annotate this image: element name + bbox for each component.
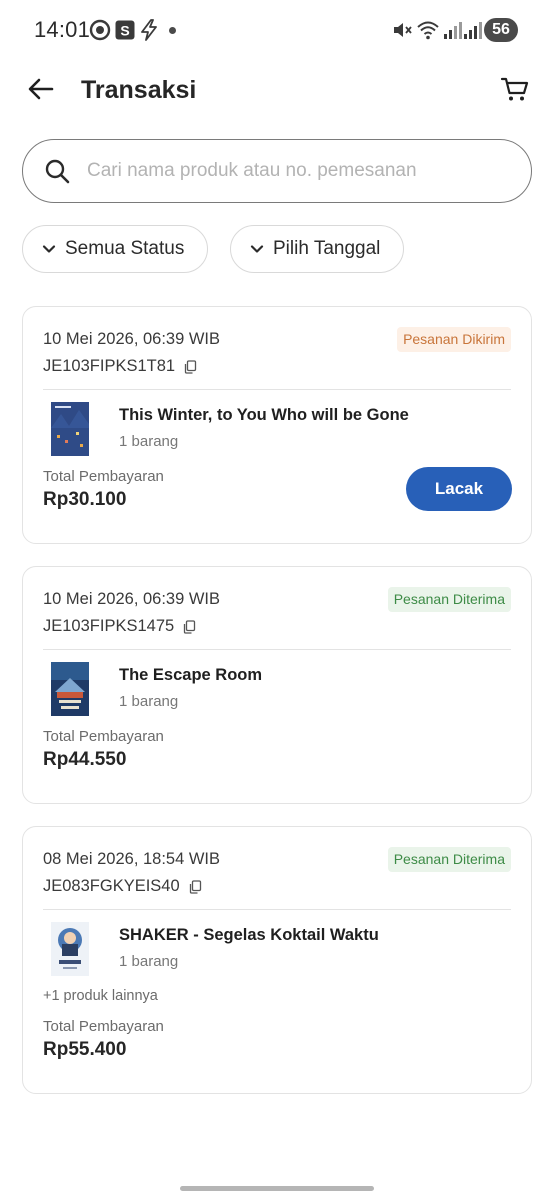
product-thumbnail (51, 402, 89, 456)
chevron-down-icon (250, 245, 264, 253)
search-bar[interactable] (22, 139, 532, 203)
svg-text:S: S (120, 23, 129, 39)
transaction-card[interactable]: 10 Mei 2026, 06:39 WIB Pesanan Dikirim J… (22, 306, 532, 544)
status-bar: 14:01 S 56 (0, 0, 554, 60)
product-name: SHAKER - Segelas Koktail Waktu (119, 926, 379, 944)
mute-icon (394, 23, 412, 37)
order-date: 10 Mei 2026, 06:39 WIB (43, 330, 221, 348)
filter-date-dropdown[interactable]: Pilih Tanggal (230, 225, 404, 273)
total-amount: Rp44.550 (43, 749, 127, 770)
status-badge: Pesanan Diterima (387, 587, 511, 612)
product-thumbnail (51, 662, 89, 716)
page-title: Transaksi (81, 76, 197, 104)
product-thumbnail (51, 922, 89, 976)
transaction-card[interactable]: 08 Mei 2026, 18:54 WIB Pesanan Diterima … (22, 826, 532, 1094)
notification-dot (169, 27, 176, 34)
status-badge: Pesanan Diterima (387, 847, 511, 872)
battery-icon: 56 (484, 18, 518, 42)
order-number-row: JE083FGKYEIS40 (43, 877, 202, 896)
more-products-label: +1 produk lainnya (43, 988, 158, 1004)
status-badge: Pesanan Dikirim (397, 327, 511, 352)
track-button[interactable]: Lacak (406, 467, 512, 511)
home-indicator[interactable] (180, 1186, 374, 1191)
filter-date-label: Pilih Tanggal (273, 238, 381, 259)
order-number-row: JE103FIPKS1T81 (43, 357, 197, 376)
signal-icon (464, 22, 482, 39)
total-amount: Rp30.100 (43, 489, 127, 510)
back-button[interactable] (26, 74, 56, 104)
cart-icon (500, 77, 529, 101)
total-label: Total Pembayaran (43, 468, 164, 485)
total-amount: Rp55.400 (43, 1039, 127, 1060)
chevron-down-icon (42, 245, 56, 253)
order-number-row: JE103FIPKS1475 (43, 617, 196, 636)
total-label: Total Pembayaran (43, 1018, 164, 1035)
github-icon (89, 19, 111, 41)
signal-icon (444, 22, 462, 39)
cart-button[interactable] (500, 74, 530, 104)
product-name: The Escape Room (119, 666, 263, 684)
order-date: 10 Mei 2026, 06:39 WIB (43, 590, 221, 608)
wifi-icon (417, 21, 439, 40)
product-quantity: 1 barang (119, 693, 179, 710)
copy-icon[interactable] (183, 359, 197, 374)
filter-status-dropdown[interactable]: Semua Status (22, 225, 208, 273)
product-quantity: 1 barang (119, 433, 179, 450)
filter-status-label: Semua Status (65, 238, 185, 259)
copy-icon[interactable] (188, 879, 202, 894)
order-date: 08 Mei 2026, 18:54 WIB (43, 850, 221, 868)
transaction-card[interactable]: 10 Mei 2026, 06:39 WIB Pesanan Diterima … (22, 566, 532, 804)
divider (43, 389, 511, 390)
product-quantity: 1 barang (119, 953, 179, 970)
search-icon (45, 159, 70, 184)
order-number: JE103FIPKS1475 (43, 617, 175, 635)
bolt-icon (141, 19, 157, 41)
search-input[interactable] (87, 156, 507, 186)
order-number: JE103FIPKS1T81 (43, 357, 176, 375)
divider (43, 649, 511, 650)
divider (43, 909, 511, 910)
s-app-icon: S (115, 20, 135, 40)
status-time: 14:01 (34, 17, 91, 42)
arrow-left-icon (28, 78, 54, 100)
total-label: Total Pembayaran (43, 728, 164, 745)
product-name: This Winter, to You Who will be Gone (119, 406, 409, 424)
copy-icon[interactable] (182, 619, 196, 634)
order-number: JE083FGKYEIS40 (43, 877, 180, 895)
